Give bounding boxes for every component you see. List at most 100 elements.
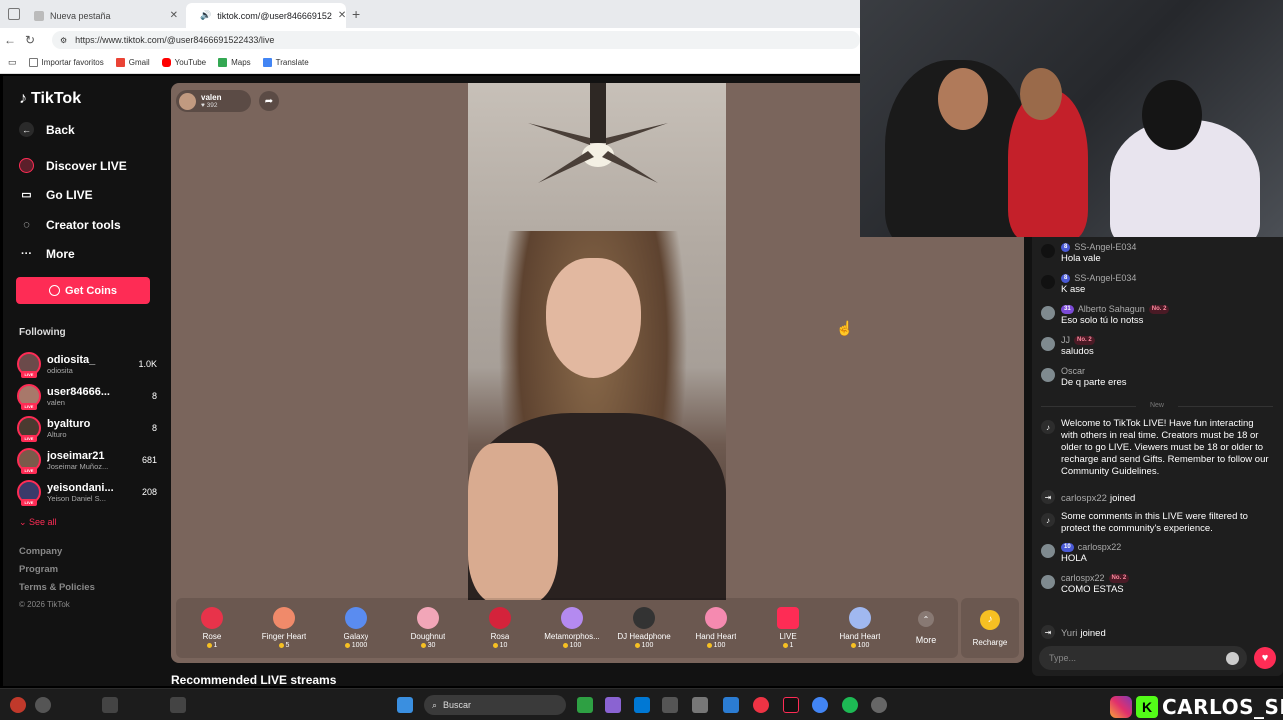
reload-icon[interactable]: ↻ [20,33,40,47]
browser-tab-bar: Nueva pestaña ✕ 🔊 tiktok.com/@user846669… [0,0,860,28]
sidebar-item-go-live[interactable]: ▭ Go LIVE [19,187,92,202]
gift-item[interactable]: Metamorphos... 100 [536,607,608,649]
sidebar: ♪ TikTok ← Back Discover LIVE ▭ Go LIVE … [3,76,168,686]
live-badge: LIVE [21,467,37,474]
settings-icon[interactable] [35,697,51,713]
join-icon: ⇥ [1041,490,1055,504]
taskbar-search-input[interactable]: ⌕ Buscar [424,695,566,715]
more-gifts-button[interactable]: ⌃ More [896,611,956,645]
chat-username[interactable]: Yuri [1061,628,1077,639]
join-icon: ⇥ [1041,625,1055,639]
headphone-gift-icon [633,607,655,629]
tab-actions-icon[interactable] [8,8,20,20]
footer-terms-link[interactable]: Terms & Policies [19,582,95,593]
tiktok-coin-icon: ♪ [980,609,1000,630]
spotify-icon[interactable] [842,697,858,713]
windows-start-icon[interactable] [397,697,413,713]
bookmark-translate[interactable]: Translate [262,58,309,67]
new-tab-icon[interactable]: + [352,6,360,22]
see-all-link[interactable]: ⌄ See all [19,517,57,528]
copyright-text: © 2026 TikTok [19,600,70,609]
back-link[interactable]: ← Back [19,122,75,137]
gift-item[interactable]: Finger Heart 5 [248,607,320,649]
emoji-icon[interactable] [1226,652,1239,665]
chat-username[interactable]: JJ [1061,335,1070,345]
folder-icon [28,58,38,67]
tab-new-tab[interactable]: Nueva pestaña ✕ [26,3,186,28]
bookmark-gmail[interactable]: Gmail [115,58,150,67]
bookmark-import[interactable]: Importar favoritos [28,58,104,67]
following-item[interactable]: LIVE byalturo Alturo 8 [17,414,157,442]
chat-username[interactable]: carlospx22 [1078,542,1122,552]
app-icon[interactable] [605,697,621,713]
speaker-icon[interactable]: 🔊 [200,10,211,21]
chart-icon[interactable] [170,697,186,713]
close-tab-icon[interactable]: ✕ [170,10,178,21]
sidebar-item-discover-live[interactable]: Discover LIVE [19,158,127,173]
app-icon[interactable] [634,697,650,713]
chat-username[interactable]: SS-Angel-E034 [1074,273,1136,283]
app-icon[interactable] [577,697,593,713]
app-icon[interactable] [723,697,739,713]
bookmarks-bar: ▭ Importar favoritos Gmail YouTube Maps … [0,52,860,74]
controller-icon[interactable] [102,697,118,713]
chat-username[interactable]: Alberto Sahagun [1078,304,1145,314]
gift-item[interactable]: Galaxy 1000 [320,607,392,649]
back-arrow-icon[interactable]: ← [0,33,20,47]
tiktok-logo[interactable]: ♪ TikTok [19,90,81,108]
avatar: LIVE [17,384,41,410]
notification-icon[interactable] [10,697,26,713]
tiktok-icon[interactable] [783,697,799,713]
get-coins-button[interactable]: Get Coins [16,277,150,304]
following-item[interactable]: LIVE yeisondani... Yeison Daniel S... 208 [17,478,157,506]
sidebar-item-more[interactable]: ··· More [19,246,75,261]
streamer-brand: K CARLOS_SPX [1110,695,1283,719]
app-icon[interactable] [692,697,708,713]
webcam-person-middle-face [1020,68,1062,120]
url-text: https://www.tiktok.com/@user846669152243… [75,35,275,45]
site-info-icon[interactable]: ⚙ [60,36,67,45]
gift-item[interactable]: DJ Headphone 100 [608,607,680,649]
chat-input[interactable]: Type... [1039,646,1247,670]
hand-cursor-icon: ☝ [836,320,854,336]
chat-username[interactable]: carlospx22 [1061,493,1107,504]
chat-username[interactable]: carlospx22 [1061,573,1105,583]
chat-username[interactable]: Oscar [1061,366,1085,376]
chrome-icon[interactable] [812,697,828,713]
app-icon[interactable] [662,697,678,713]
following-item[interactable]: LIVE user84666... valen 8 [17,382,157,410]
coin-icon [850,643,856,648]
avatar: LIVE [17,352,41,378]
gift-item[interactable]: LIVE 1 [752,607,824,649]
gift-item[interactable]: Rose 1 [176,607,248,649]
bookmark-maps[interactable]: Maps [218,58,251,67]
url-input[interactable]: ⚙ https://www.tiktok.com/@user8466691522… [52,31,860,49]
following-item[interactable]: LIVE odiosita_ odiosita 1.0K [17,350,157,378]
app-icon[interactable] [871,697,887,713]
following-item[interactable]: LIVE joseimar21 Joseimar Muñoz... 681 [17,446,157,474]
gift-item[interactable]: Hand Heart 100 [680,607,752,649]
host-profile[interactable]: valen ♥ 392 [176,90,251,112]
heart-icon[interactable]: ♥ [1254,647,1276,669]
chat-message: 31 Alberto Sahagun No. 2 Eso solo tú lo not… [1041,304,1273,327]
streamer-arm [468,443,558,600]
app-icon[interactable] [753,697,769,713]
close-tab-icon[interactable]: ✕ [338,10,346,21]
footer-program-link[interactable]: Program [19,564,95,575]
instagram-icon [1110,696,1132,718]
gift-item[interactable]: Doughnut 30 [392,607,464,649]
chat-username[interactable]: SS-Angel-E034 [1074,242,1136,252]
coin-icon [206,643,212,648]
sidebar-item-creator-tools[interactable]: ◌ Creator tools [19,217,120,232]
live-video[interactable] [468,83,726,600]
system-message: ♪ Welcome to TikTok LIVE! Have fun inter… [1041,418,1273,478]
footer-company-link[interactable]: Company [19,546,95,557]
tiktok-note-icon: ♪ [1041,420,1055,434]
gift-item[interactable]: Hand Heart 100 [824,607,896,649]
tab-tiktok[interactable]: 🔊 tiktok.com/@user846669152 ✕ [186,3,346,28]
share-icon[interactable]: ➦ [259,91,279,111]
bookmark-youtube[interactable]: YouTube [161,58,206,67]
recharge-button[interactable]: ♪ Recharge [961,598,1019,658]
sidebar-toggle-icon[interactable]: ▭ [8,57,17,68]
gift-item[interactable]: Rosa 10 [464,607,536,649]
